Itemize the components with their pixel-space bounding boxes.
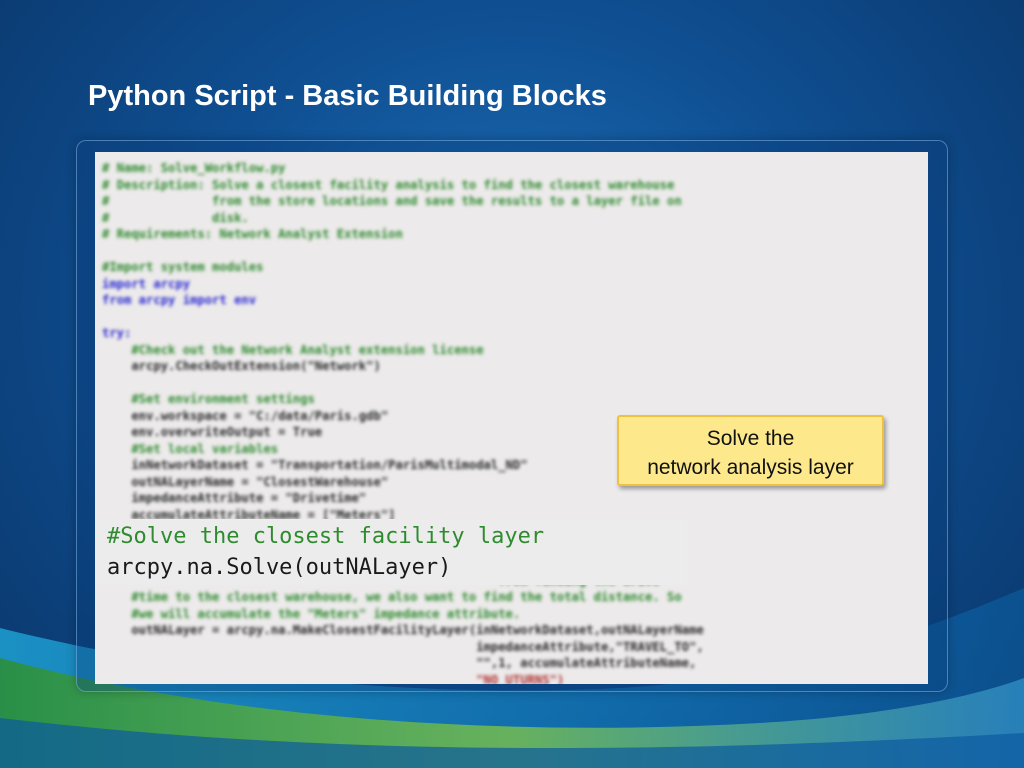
highlight-code-line: arcpy.na.Solve(outNALayer) <box>107 555 452 580</box>
code-line: # Description: Solve a closest facility … <box>102 177 675 192</box>
code-line: #Import system modules <box>102 260 264 274</box>
code-line: env.workspace = "C:/data/Paris.gdb" <box>102 408 389 423</box>
code-line: inNetworkDataset = "Transportation/Paris… <box>102 458 528 472</box>
code-listing: # Name: Solve_Workflow.py # Description: … <box>102 160 704 684</box>
code-line: "",1, accumulateAttributeName, <box>102 656 697 670</box>
code-line: env.overwriteOutput = True <box>102 425 323 439</box>
code-line: impedanceAttribute,"TRAVEL_TO", <box>102 639 704 654</box>
code-line: # Name: Solve_Workflow.py <box>102 161 286 175</box>
code-line: #time to the closest warehouse, we also … <box>102 590 682 604</box>
code-line: #Set environment settings <box>102 392 315 406</box>
code-line: #Set local variables <box>102 441 279 456</box>
code-line: arcpy.CheckOutExtension("Network") <box>102 359 381 373</box>
code-line: # Requirements: Network Analyst Extensio… <box>102 227 403 241</box>
code-line: impedanceAttribute = "Drivetime" <box>102 491 367 505</box>
slide-title: Python Script - Basic Building Blocks <box>88 80 607 112</box>
code-line: outNALayer = arcpy.na.MakeClosestFacilit… <box>102 623 704 637</box>
code-line: try: <box>102 326 132 340</box>
callout-box: Solve the network analysis layer <box>617 415 884 486</box>
highlighted-code-snippet: #Solve the closest facility layer arcpy.… <box>95 519 687 585</box>
code-line: import arcpy <box>102 276 191 291</box>
code-line: # disk. <box>102 210 249 225</box>
code-line: #Check out the Network Analyst extension… <box>102 342 484 357</box>
code-line: #we will accumulate the "Meters" impedan… <box>102 606 521 621</box>
code-line: outNALayerName = "ClosestWarehouse" <box>102 474 389 489</box>
code-line: # from the store locations and save the … <box>102 194 682 208</box>
code-line: from arcpy import env <box>102 293 257 307</box>
highlight-comment-line: #Solve the closest facility layer <box>107 524 545 549</box>
callout-line-1: Solve the <box>706 427 795 450</box>
callout-line-2: network analysis layer <box>647 456 854 479</box>
code-line: "NO_UTURNS") <box>102 672 565 685</box>
